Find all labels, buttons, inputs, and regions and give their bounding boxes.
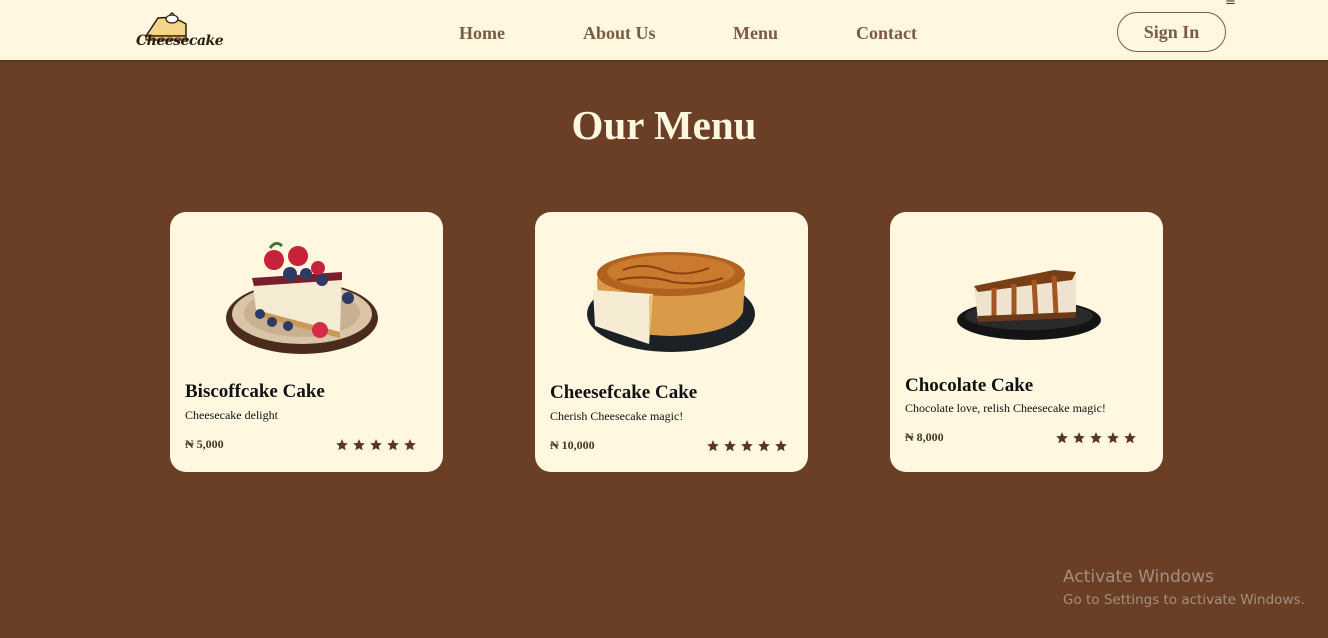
card-price: ₦ 5,000	[185, 437, 224, 451]
star-icon	[724, 440, 736, 452]
star-icon	[353, 439, 365, 451]
star-icon	[758, 440, 770, 452]
nav-link-home[interactable]: Home	[459, 23, 505, 44]
star-icon	[1107, 432, 1119, 444]
sign-in-button[interactable]: Sign In	[1117, 12, 1226, 52]
card-description: Chocolate love, relish Cheesecake magic!	[905, 401, 1106, 415]
nav-link-about-us[interactable]: About Us	[583, 23, 656, 44]
card-title: Cheesefcake Cake	[550, 382, 698, 403]
star-icon	[1124, 432, 1136, 444]
star-icon	[370, 439, 382, 451]
star-icon	[775, 440, 787, 452]
navbar: Cheesecake Home About Us Menu Contact ≡ …	[0, 0, 1328, 62]
rating-stars	[1055, 431, 1137, 445]
card-title: Chocolate Cake	[905, 375, 1034, 396]
star-icon	[707, 440, 719, 452]
card-description: Cheesecake delight	[185, 408, 278, 422]
activate-windows-title: Activate Windows	[1063, 567, 1214, 587]
hamburger-menu-icon[interactable]: ≡	[1225, 0, 1236, 9]
menu-card-biscoffcake[interactable]: Biscoffcake Cake Cheesecake delight ₦ 5,…	[170, 212, 443, 472]
card-price: ₦ 8,000	[905, 430, 944, 444]
nav-link-contact[interactable]: Contact	[856, 23, 917, 44]
whole-cheesecake-tart-image	[587, 252, 755, 352]
rating-stars	[706, 439, 788, 453]
star-icon	[1056, 432, 1068, 444]
star-icon	[404, 439, 416, 451]
star-icon	[336, 439, 348, 451]
card-description: Cherish Cheesecake magic!	[550, 409, 684, 423]
activate-windows-subtitle: Go to Settings to activate Windows.	[1063, 592, 1305, 608]
berry-cheesecake-slice-image	[226, 241, 378, 354]
cheesecake-logo[interactable]: Cheesecake	[134, 10, 224, 54]
caramel-cheesecake-slice-image	[957, 270, 1101, 340]
logo-text: Cheesecake	[136, 33, 224, 49]
rating-stars	[335, 438, 417, 452]
card-title: Biscoffcake Cake	[185, 381, 325, 402]
menu-card-cheesefcake[interactable]: Cheesefcake Cake Cherish Cheesecake magi…	[535, 212, 808, 472]
menu-card-chocolate[interactable]: Chocolate Cake Chocolate love, relish Ch…	[890, 212, 1163, 472]
star-icon	[1073, 432, 1085, 444]
page-title: Our Menu	[571, 102, 757, 148]
star-icon	[741, 440, 753, 452]
nav-link-menu[interactable]: Menu	[733, 23, 778, 44]
card-price: ₦ 10,000	[550, 438, 595, 452]
star-icon	[387, 439, 399, 451]
star-icon	[1090, 432, 1102, 444]
